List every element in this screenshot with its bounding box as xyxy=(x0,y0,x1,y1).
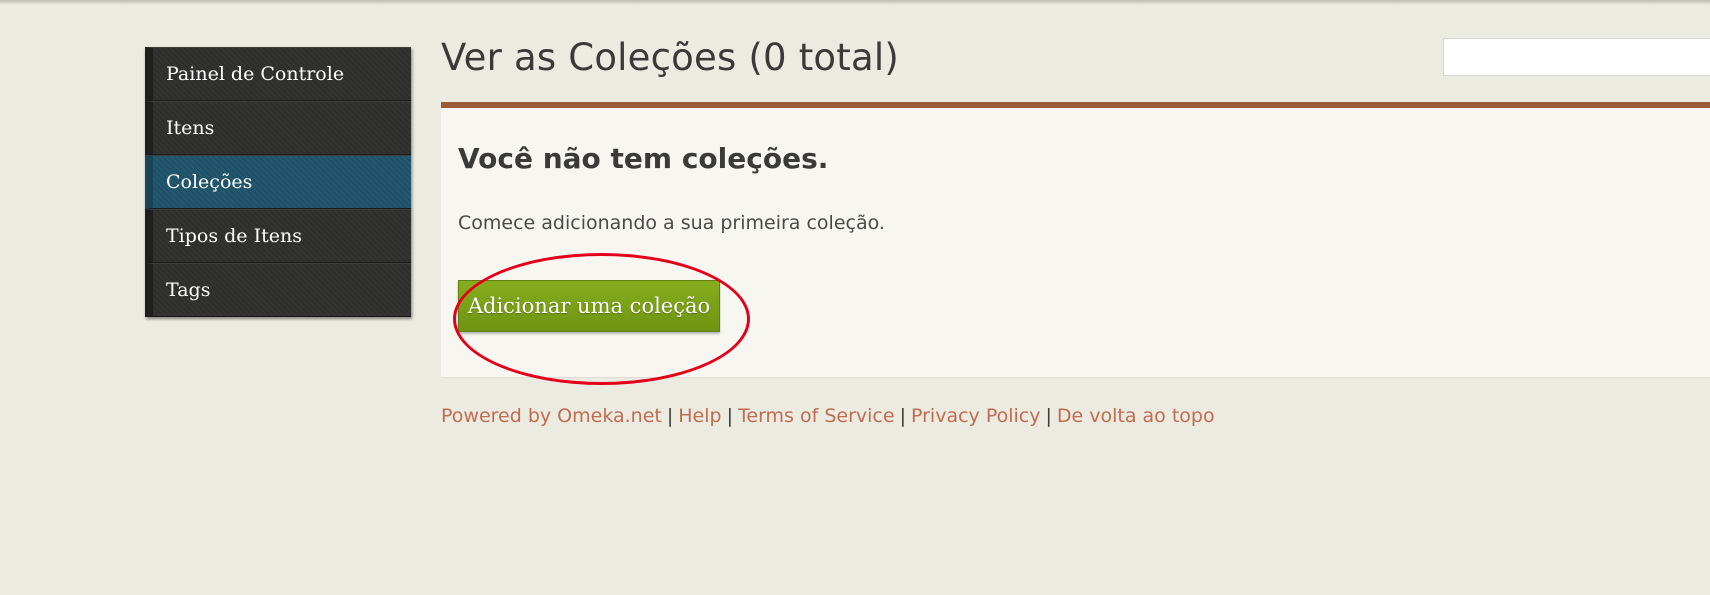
footer: Powered by Omeka.net | Help | Terms of Servi… xyxy=(441,405,1215,427)
footer-separator: | xyxy=(726,405,733,427)
page-title: Ver as Coleções (0 total) xyxy=(441,36,899,79)
sidebar-item-painel-de-controle[interactable]: Painel de Controle xyxy=(145,47,411,101)
sidebar-item-label: Painel de Controle xyxy=(166,63,345,85)
top-shadow xyxy=(0,0,1710,5)
footer-link-back-to-top[interactable]: De volta ao topo xyxy=(1057,405,1215,427)
empty-state-heading: Você não tem coleções. xyxy=(458,142,829,175)
sidebar-item-colecoes[interactable]: Coleções xyxy=(145,155,411,209)
sidebar-item-tags[interactable]: Tags xyxy=(145,263,411,317)
add-collection-button[interactable]: Adicionar uma coleção xyxy=(458,280,720,332)
sidebar-item-label: Tags xyxy=(166,279,211,301)
sidebar-item-label: Coleções xyxy=(166,171,253,193)
footer-link-help[interactable]: Help xyxy=(678,405,721,427)
empty-state-text: Comece adicionando a sua primeira coleçã… xyxy=(458,212,885,234)
sidebar-item-label: Tipos de Itens xyxy=(166,225,302,247)
search-input[interactable] xyxy=(1443,38,1710,76)
footer-separator: | xyxy=(1045,405,1052,427)
sidebar-nav: Painel de Controle Itens Coleções Tipos … xyxy=(145,47,411,317)
footer-link-powered-by[interactable]: Powered by Omeka.net xyxy=(441,405,662,427)
main-panel: Você não tem coleções. Comece adicionand… xyxy=(441,108,1710,378)
footer-separator: | xyxy=(899,405,906,427)
sidebar-item-itens[interactable]: Itens xyxy=(145,101,411,155)
sidebar-item-label: Itens xyxy=(166,117,215,139)
footer-separator: | xyxy=(666,405,674,427)
footer-link-terms[interactable]: Terms of Service xyxy=(738,405,895,427)
footer-link-privacy[interactable]: Privacy Policy xyxy=(911,405,1040,427)
sidebar-item-tipos-de-itens[interactable]: Tipos de Itens xyxy=(145,209,411,263)
